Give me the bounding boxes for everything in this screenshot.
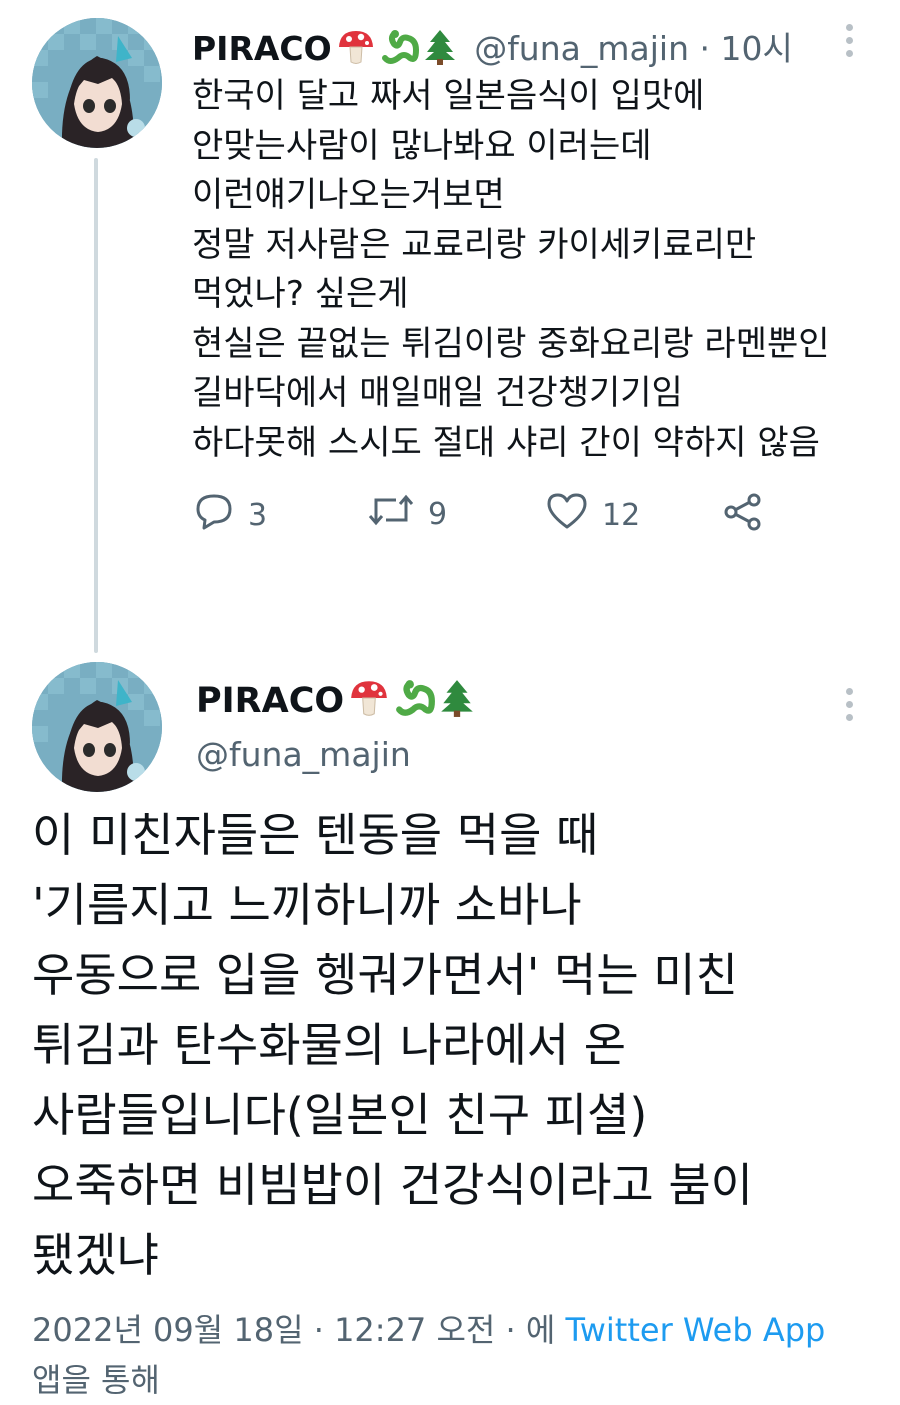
display-name[interactable]: PIRACO [192,29,332,68]
avatar-image [32,18,162,148]
like-button[interactable]: 12 [546,492,640,538]
snake-icon [380,28,420,74]
main-tweet-author: PIRACO [196,678,474,727]
display-name[interactable]: PIRACO [196,681,344,721]
reply-icon [194,492,234,538]
tweet-line: 안맞는사람이 많나봐요 이러는데 [192,125,652,166]
separator-dot: · [495,1311,526,1349]
retweet-button[interactable]: 9 [368,492,447,536]
snake-icon [394,678,436,727]
tweet-line: 튀김과 탄수화물의 나라에서 온 [32,1018,627,1072]
tweet-line: 이런얘기나오는거보면 [192,175,505,215]
mushroom-icon [348,678,390,727]
like-count: 12 [602,497,641,533]
reply-count: 3 [248,497,268,533]
tweet-line: 길바닥에서 매일매일 건강챙기기임 [192,373,683,413]
like-icon [546,492,588,538]
tree-icon [440,678,474,727]
tweet-line: 정말 저사람은 교료리랑 카이세키료리만 [192,224,757,265]
reply-tweet-header: PIRACO @funa_majin · 10시 [192,22,793,74]
reply-tweet-text: 한국이 달고 짜서 일본음식이 입맛에 안맞는사람이 많나봐요 이러는데 이런얘… [192,72,830,468]
avatar[interactable] [32,662,162,792]
tweet-line: 한국이 달고 짜서 일본음식이 입맛에 [192,76,705,116]
share-icon [722,492,764,540]
separator-dot: · [303,1311,335,1349]
main-tweet-text: 이 미친자들은 텐동을 먹을 때 '기름지고 느끼하니까 소바나 우동으로 입을… [32,800,753,1290]
reply-button[interactable]: 3 [194,492,267,538]
avatar[interactable] [32,18,162,148]
tweet-line: 사람들입니다(일본인 친구 피셜) [32,1088,648,1142]
tweet-line: 우동으로 입을 헹궈가면서' 먹는 미친 [32,948,738,1002]
tree-icon [424,28,456,74]
thread-connector-line [94,158,98,653]
tweet-line: 됐겠냐 [32,1228,159,1282]
separator-dot: · [699,29,721,68]
more-icon[interactable] [844,24,854,57]
avatar-image [32,662,162,792]
via-prefix: 에 [525,1311,556,1349]
tweet-date[interactable]: 2022년 09월 18일 [32,1311,304,1349]
handle[interactable]: @funa_majin [196,735,411,774]
mushroom-icon [336,28,376,74]
tweet-line: 먹었나? 싶은게 [192,274,409,314]
retweet-count: 9 [428,496,448,532]
more-icon[interactable] [844,688,854,721]
tweet-line: 오죽하면 비빔밥이 건강식이라고 붐이 [32,1158,753,1212]
via-suffix: 앱을 통해 [32,1361,160,1399]
tweet-line: '기름지고 느끼하니까 소바나 [32,878,582,932]
tweet-metadata: 2022년 09월 18일 · 12:27 오전 · 에 Twitter Web… [32,1305,825,1405]
tweet-line: 이 미친자들은 텐동을 먹을 때 [32,808,599,862]
source-link[interactable]: Twitter Web App [565,1311,825,1349]
tweet-time[interactable]: 10시 [720,29,792,68]
handle[interactable]: @funa_majin [474,29,689,68]
share-button[interactable] [722,492,764,540]
tweet-line: 현실은 끝없는 튀김이랑 중화요리랑 라멘뿐인 [192,323,830,364]
tweet-line: 하다못해 스시도 절대 샤리 간이 약하지 않음 [192,422,820,463]
retweet-icon [368,492,414,536]
tweet-timestamp[interactable]: 12:27 오전 [334,1311,495,1349]
